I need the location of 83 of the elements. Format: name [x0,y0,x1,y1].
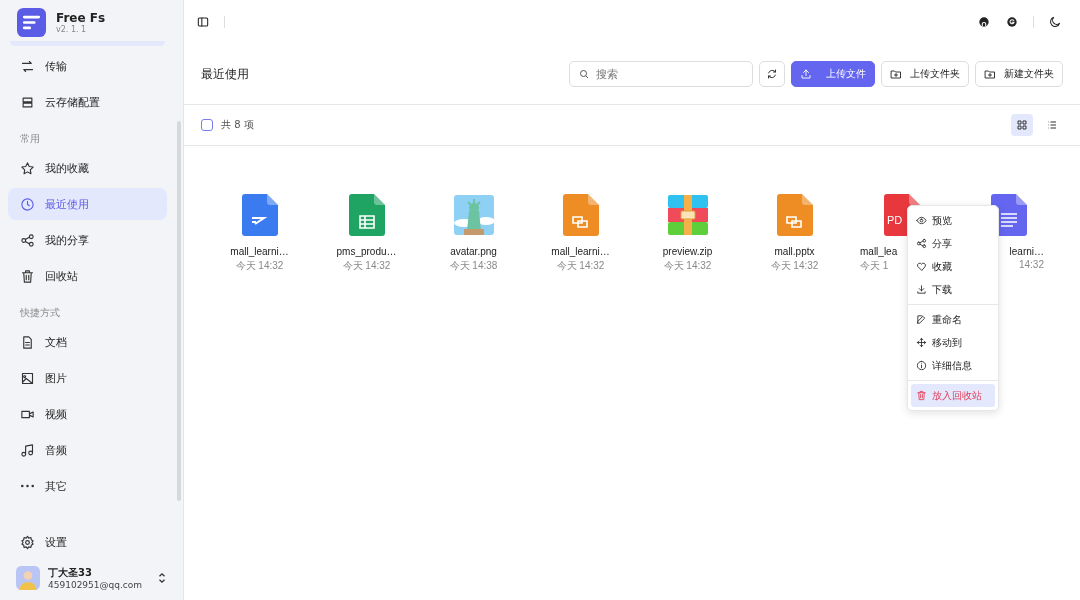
image-icon [20,370,35,386]
file-time: 14:32 [1018,259,1044,270]
server-icon [20,94,35,110]
more-icon [20,484,35,488]
sidebar-item[interactable]: 其它 [8,470,167,502]
menu-item[interactable]: 重命名 [911,308,995,331]
star-icon [20,160,35,176]
app-name: Free Fs [56,11,106,25]
folder-plus-icon [890,68,902,80]
new-folder-button[interactable]: 新建文件夹 [975,61,1063,87]
user-name: 丁大圣33 [48,566,93,580]
menu-item[interactable]: 详细信息 [911,354,995,377]
moon-icon[interactable] [1048,15,1062,29]
upload-icon [800,68,812,80]
select-all-checkbox[interactable] [201,119,213,131]
sidebar-item[interactable]: 图片 [8,362,167,394]
file-name: mall_lea [860,246,898,257]
app-version: v2. 1. 1 [56,25,88,34]
file-name: preview.zip [662,246,713,257]
document-file-icon [239,194,280,236]
list-icon [1046,119,1058,131]
user-avatar [16,566,40,590]
grid-view-button[interactable] [1011,114,1033,136]
menu-item[interactable]: 下载 [911,278,995,301]
info-icon [916,360,927,371]
document-icon [20,334,35,350]
heart-icon [916,261,927,272]
upload-file-button[interactable]: 上传文件 [791,61,875,87]
file-name: mall_learni… [551,246,610,257]
file-name: pms_produ… [336,246,397,257]
file-time: 今天 14:32 [342,259,391,273]
refresh-icon [766,68,778,80]
sidebar-item[interactable]: 视频 [8,398,167,430]
sidebar-item[interactable]: 音频 [8,434,167,466]
trash-icon [916,390,927,401]
app-logo-icon [17,8,46,37]
sidebar-item[interactable]: 我的分享 [8,224,167,256]
clock-icon [20,196,35,212]
file-time: 今天 14:32 [663,259,712,273]
refresh-button[interactable] [759,61,785,87]
archive-file-icon [667,194,708,236]
settings-item[interactable]: 设置 [8,526,175,558]
folder-plus-icon [984,68,996,80]
transfer-icon [20,58,35,74]
section-title: 常用 [19,132,41,146]
grid-icon [1016,119,1028,131]
chevron-up-down-icon[interactable] [157,571,167,585]
menu-item[interactable]: 移动到 [911,331,995,354]
eye-icon [916,215,927,226]
share-icon [20,232,35,248]
sidebar-item[interactable]: 传输 [8,50,167,82]
slides-file-icon [560,194,601,236]
download-icon [916,284,927,295]
file-name: mall.pptx [774,246,815,257]
user-email: 459102951@qq.com [48,580,144,590]
item-count: 共 8 项 [221,118,254,132]
file-time: 今天 14:32 [770,259,819,273]
file-name: learni… [1009,246,1044,257]
file-time: 今天 14:32 [556,259,605,273]
sidebar-item[interactable]: 最近使用 [8,188,167,220]
sidebar-toggle-icon[interactable] [196,15,210,29]
music-icon [20,442,35,458]
move-icon [916,337,927,348]
search-field[interactable]: 搜索 [569,61,753,87]
file-time: 今天 14:38 [449,259,498,273]
file-time: 今天 1 [860,259,889,273]
section-title: 快捷方式 [19,306,61,320]
settings-icon [20,534,35,550]
upload-folder-button[interactable]: 上传文件夹 [881,61,969,87]
spreadsheet-file-icon [346,194,387,236]
trash-icon [20,268,35,284]
sidebar-item[interactable]: 我的收藏 [8,152,167,184]
edit-icon [916,314,927,325]
file-name: avatar.png [450,246,497,257]
menu-item[interactable]: 收藏 [911,255,995,278]
share-icon [916,238,927,249]
page-title: 最近使用 [201,65,249,83]
slides-file-icon [774,194,815,236]
sidebar-item[interactable]: 云存储配置 [8,86,167,118]
file-time: 今天 14:32 [235,259,284,273]
sidebar-item[interactable]: 文档 [8,326,167,358]
file-name: mall_learni… [230,246,289,257]
sidebar-item[interactable]: 回收站 [8,260,167,292]
